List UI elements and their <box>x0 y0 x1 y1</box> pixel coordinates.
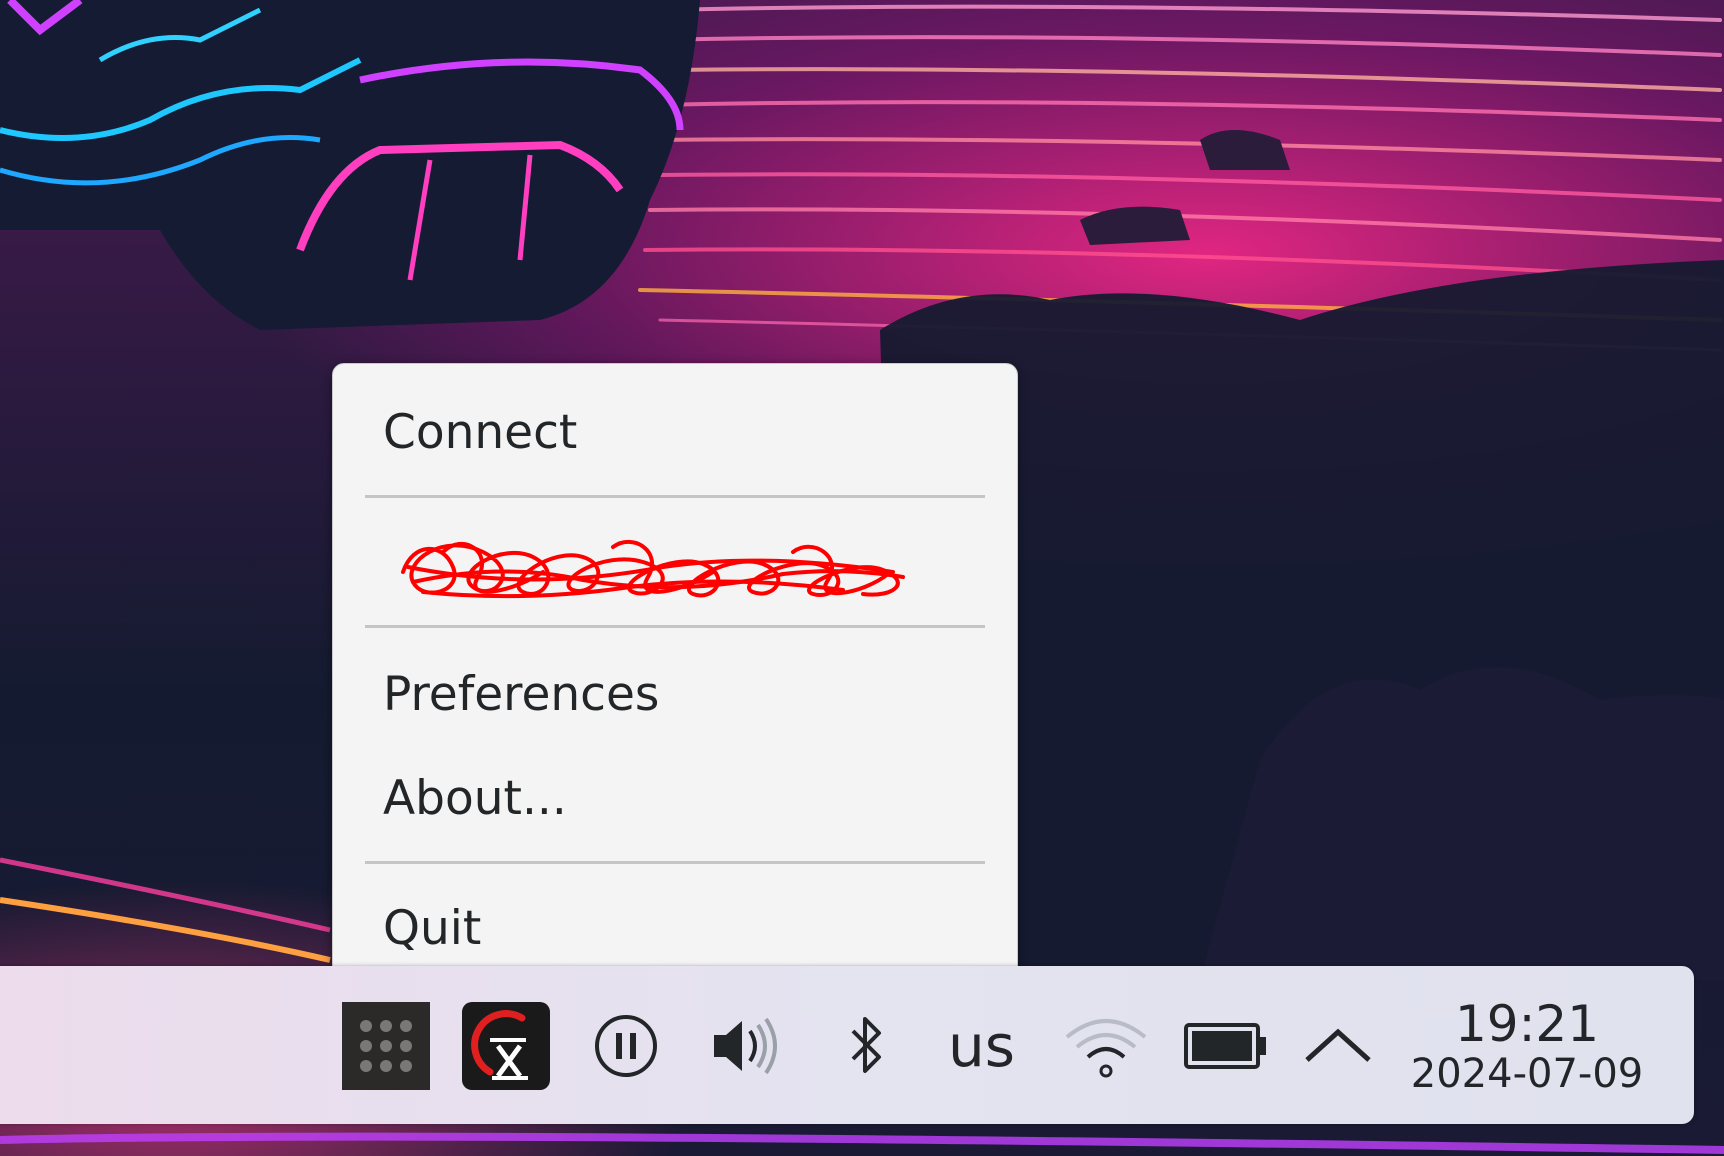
media-pause-icon[interactable] <box>582 1002 670 1090</box>
menu-item-quit[interactable]: Quit <box>333 882 1017 974</box>
menu-separator <box>365 625 985 628</box>
battery-icon[interactable] <box>1182 1002 1270 1090</box>
redaction-scribble <box>401 539 905 599</box>
volume-icon[interactable] <box>702 1002 790 1090</box>
expressvpn-icon[interactable] <box>462 1002 550 1090</box>
wifi-icon[interactable] <box>1062 1002 1150 1090</box>
app-grid-icon[interactable] <box>342 1002 430 1090</box>
show-hidden-icons-arrow-icon[interactable] <box>1294 1002 1382 1090</box>
keyboard-layout-indicator[interactable]: us <box>948 1010 1015 1082</box>
menu-item-about[interactable]: About... <box>333 752 1017 844</box>
tray-context-menu: Connect Preferences About... Quit <box>332 363 1018 993</box>
bluetooth-icon[interactable] <box>822 1002 910 1090</box>
menu-item-preferences[interactable]: Preferences <box>333 648 1017 740</box>
clock-date[interactable]: 2024-07-09 <box>1402 1050 1652 1098</box>
menu-separator <box>365 495 985 498</box>
menu-separator <box>365 861 985 864</box>
menu-item-connect[interactable]: Connect <box>333 386 1017 478</box>
clock-time[interactable]: 19:21 <box>1412 994 1642 1054</box>
